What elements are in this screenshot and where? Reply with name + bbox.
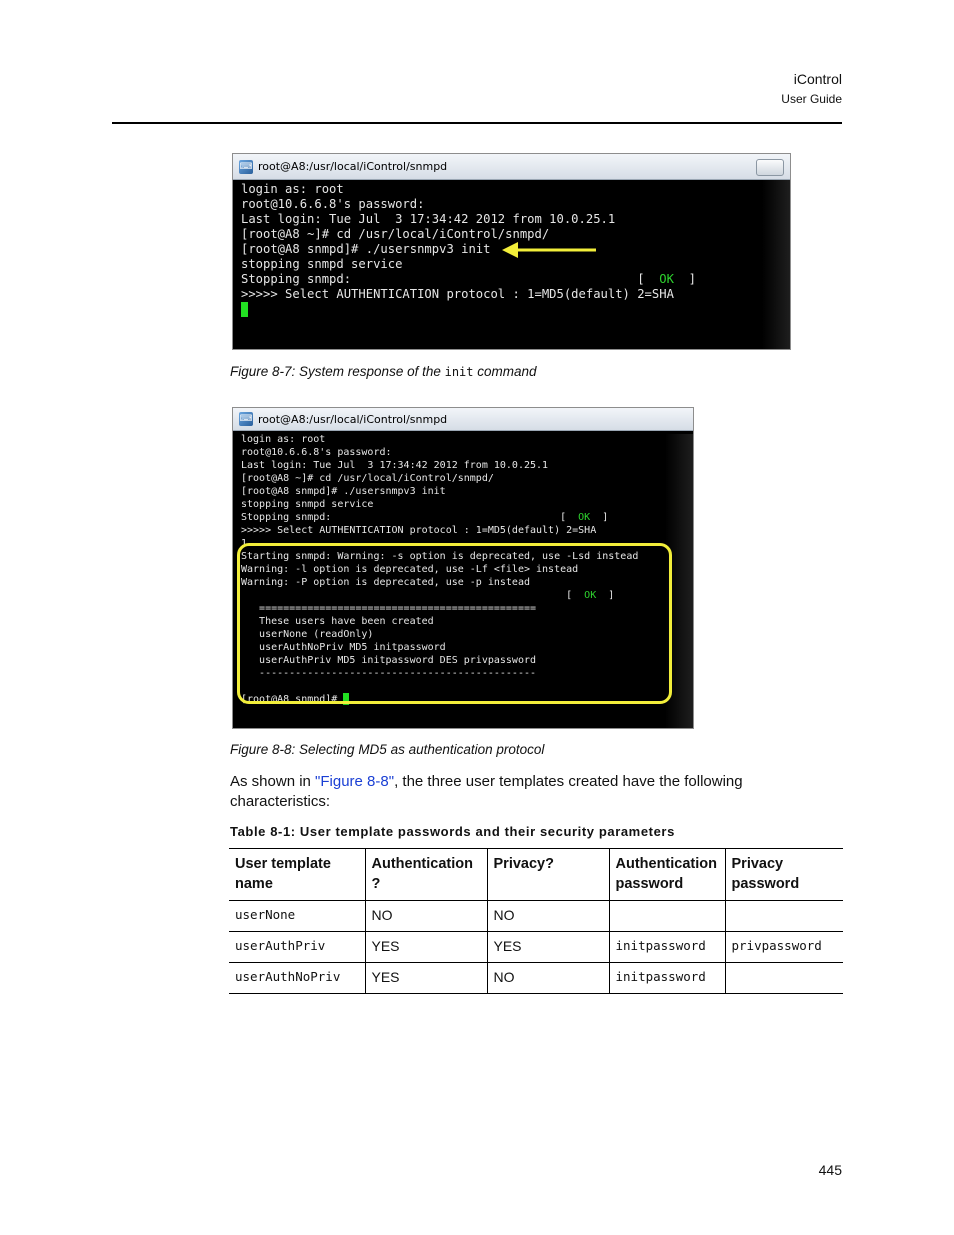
table-row: userAuthPriv YES YES initpassword privpa… [229,931,843,963]
user-template-table: User template name Authentication ? Priv… [229,848,843,994]
yellow-arrow-icon [502,242,596,258]
table-cell [724,900,843,932]
column-header: User template name [229,848,365,901]
figure-8-8-link[interactable]: "Figure 8-8" [315,773,394,790]
terminal-line: Last login: Tue Jul 3 17:34:42 2012 from… [241,460,549,471]
caption-code: init [444,365,474,379]
table-cell: userAuthPriv [229,931,365,963]
header-divider [112,122,842,124]
table-title: Table 8-1: User template passwords and t… [230,824,675,839]
ok-status-close: ] [590,512,609,523]
putty-icon: ⌨ [239,159,253,174]
terminal-line: root@10.6.6.8's password: [241,197,425,211]
table-cell: initpassword [608,962,725,994]
terminal-line: Last login: Tue Jul 3 17:34:42 2012 from… [241,212,616,226]
ok-status: OK [578,512,591,523]
terminal-line: [root@A8 snmpd]# ./usersnmpv3 init [241,486,446,497]
table-cell: initpassword [608,931,725,963]
header-product-name: iControl [793,71,842,87]
terminal-line: stopping snmpd service [241,499,374,510]
terminal-line: stopping snmpd service [241,257,403,271]
terminal-shadow-fade-right [762,180,790,349]
terminal-line: Stopping snmpd: [ [241,272,660,286]
terminal-line: login as: root [241,182,344,196]
page-number: 445 [818,1162,842,1178]
caption-text: command [473,364,537,379]
table-row: userAuthNoPriv YES NO initpassword [229,962,843,994]
table-cell: NO [486,900,609,932]
terminal-window-title: root@A8:/usr/local/iControl/snmpd [258,160,448,173]
terminal-window-title: root@A8:/usr/local/iControl/snmpd [258,412,448,426]
column-header: Authentication password [608,848,725,901]
table-cell: NO [364,900,487,932]
terminal-shadow-fade [233,321,790,349]
terminal-titlebar[interactable]: ⌨ root@A8:/usr/local/iControl/snmpd [233,408,693,431]
column-header: Privacy? [486,848,609,901]
body-paragraph: As shown in "Figure 8-8", the three user… [230,772,830,812]
terminal-cursor [241,302,248,317]
terminal-line: root@10.6.6.8's password: [241,447,392,458]
table-cell: YES [364,962,487,994]
terminal-shadow-fade [233,700,693,728]
terminal-line: login as: root [241,434,326,445]
terminal-titlebar[interactable]: ⌨ root@A8:/usr/local/iControl/snmpd [233,154,790,180]
window-control-buttons[interactable] [756,159,784,176]
table-header-row: User template name Authentication ? Priv… [229,848,843,901]
ok-status: OK [659,272,674,286]
figure-8-8-caption: Figure 8-8: Selecting MD5 as authenticat… [230,742,545,757]
caption-text: Figure 8-7: System response of the [230,364,445,379]
column-header: Privacy password [724,848,843,901]
table-cell: NO [486,962,609,994]
terminal-line: >>>>> Select AUTHENTICATION protocol : 1… [241,525,597,536]
table-cell: userNone [229,900,365,932]
table-row: userNone NO NO [229,900,843,932]
table-cell [608,900,725,932]
yellow-highlight-box [237,543,672,704]
table-cell [724,962,843,994]
table-cell: privpassword [724,931,843,963]
table-cell: YES [486,931,609,963]
header-guide-name: User Guide [781,92,842,106]
ok-status-close: ] [673,272,696,286]
figure-8-7-caption: Figure 8-7: System response of the init … [230,364,537,379]
terminal-line: [root@A8 ~]# cd /usr/local/iControl/snmp… [241,227,550,241]
table-cell: userAuthNoPriv [229,962,365,994]
column-header: Authentication ? [364,848,487,901]
terminal-line: [root@A8 snmpd]# ./usersnmpv3 init [241,242,491,256]
paragraph-text: As shown in [230,773,316,790]
table-cell: YES [364,931,487,963]
terminal-line: [root@A8 ~]# cd /usr/local/iControl/snmp… [241,473,494,484]
terminal-line: Stopping snmpd: [ [241,512,579,523]
putty-icon: ⌨ [239,412,253,426]
terminal-line: >>>>> Select AUTHENTICATION protocol : 1… [241,287,674,301]
